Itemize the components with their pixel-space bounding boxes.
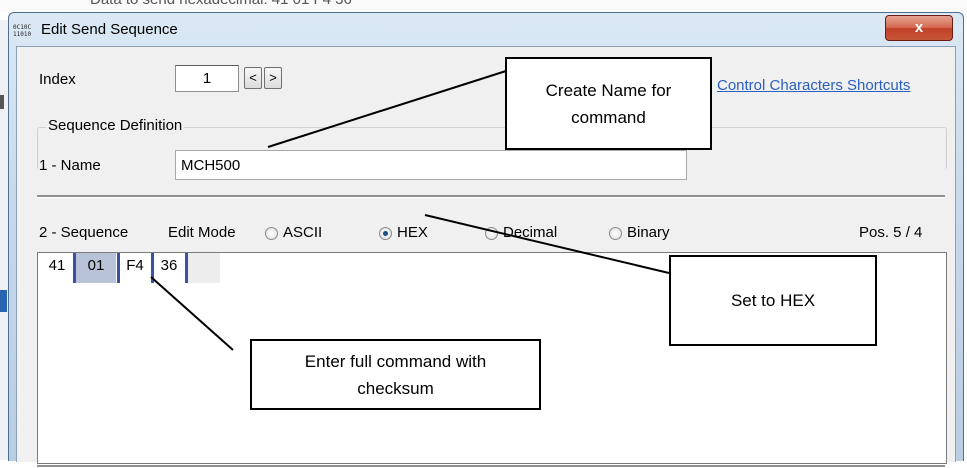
callout-enter-command: Enter full command with checksum: [250, 339, 541, 410]
callout-set-hex: Set to HEX: [669, 255, 877, 346]
background-window-sliver: Data to send hexadecimal: 41 01 F4 36: [0, 0, 967, 12]
sequence-definition-label: Sequence Definition: [46, 117, 185, 134]
byte-cell[interactable]: 41: [44, 253, 70, 283]
control-characters-shortcuts-link[interactable]: Control Characters Shortcuts: [717, 77, 910, 94]
byte-cell[interactable]: F4: [120, 253, 150, 283]
title-bar[interactable]: 0C10C 11010 Edit Send Sequence x: [9, 13, 963, 47]
background-left-highlight: [0, 290, 7, 312]
mode-binary-radio[interactable]: [609, 227, 622, 240]
mode-hex-label[interactable]: HEX: [397, 224, 428, 241]
index-label: Index: [39, 71, 76, 88]
prev-index-button[interactable]: <: [244, 67, 262, 89]
callout-create-name: Create Name for command: [505, 57, 712, 150]
name-label: 1 - Name: [39, 157, 101, 174]
index-field[interactable]: 1: [175, 65, 239, 92]
background-cut-text: Data to send hexadecimal: 41 01 F4 36: [90, 0, 352, 8]
name-field[interactable]: MCH500: [175, 150, 687, 180]
window-title: Edit Send Sequence: [41, 21, 178, 38]
close-icon: x: [914, 19, 924, 36]
chevron-left-icon: <: [249, 70, 257, 85]
edit-mode-label: Edit Mode: [168, 224, 236, 241]
mode-decimal-label[interactable]: Decimal: [503, 224, 557, 241]
byte-cell[interactable]: 36: [154, 253, 184, 283]
byte-cell-selected[interactable]: 01: [76, 253, 116, 283]
mode-hex-radio[interactable]: [379, 227, 392, 240]
app-icon: 0C10C 11010: [13, 24, 32, 38]
background-left-mark: [0, 95, 4, 109]
next-index-button[interactable]: >: [264, 67, 282, 89]
mode-ascii-label[interactable]: ASCII: [283, 224, 322, 241]
mode-decimal-radio[interactable]: [485, 227, 498, 240]
mode-binary-label[interactable]: Binary: [627, 224, 670, 241]
position-indicator: Pos. 5 / 4: [859, 224, 923, 241]
mode-ascii-radio[interactable]: [265, 227, 278, 240]
chevron-right-icon: >: [269, 70, 277, 85]
separator-top: [37, 195, 945, 198]
byte-cell-empty[interactable]: [188, 253, 220, 283]
close-button[interactable]: x: [885, 15, 953, 41]
sequence-label: 2 - Sequence: [39, 224, 129, 241]
